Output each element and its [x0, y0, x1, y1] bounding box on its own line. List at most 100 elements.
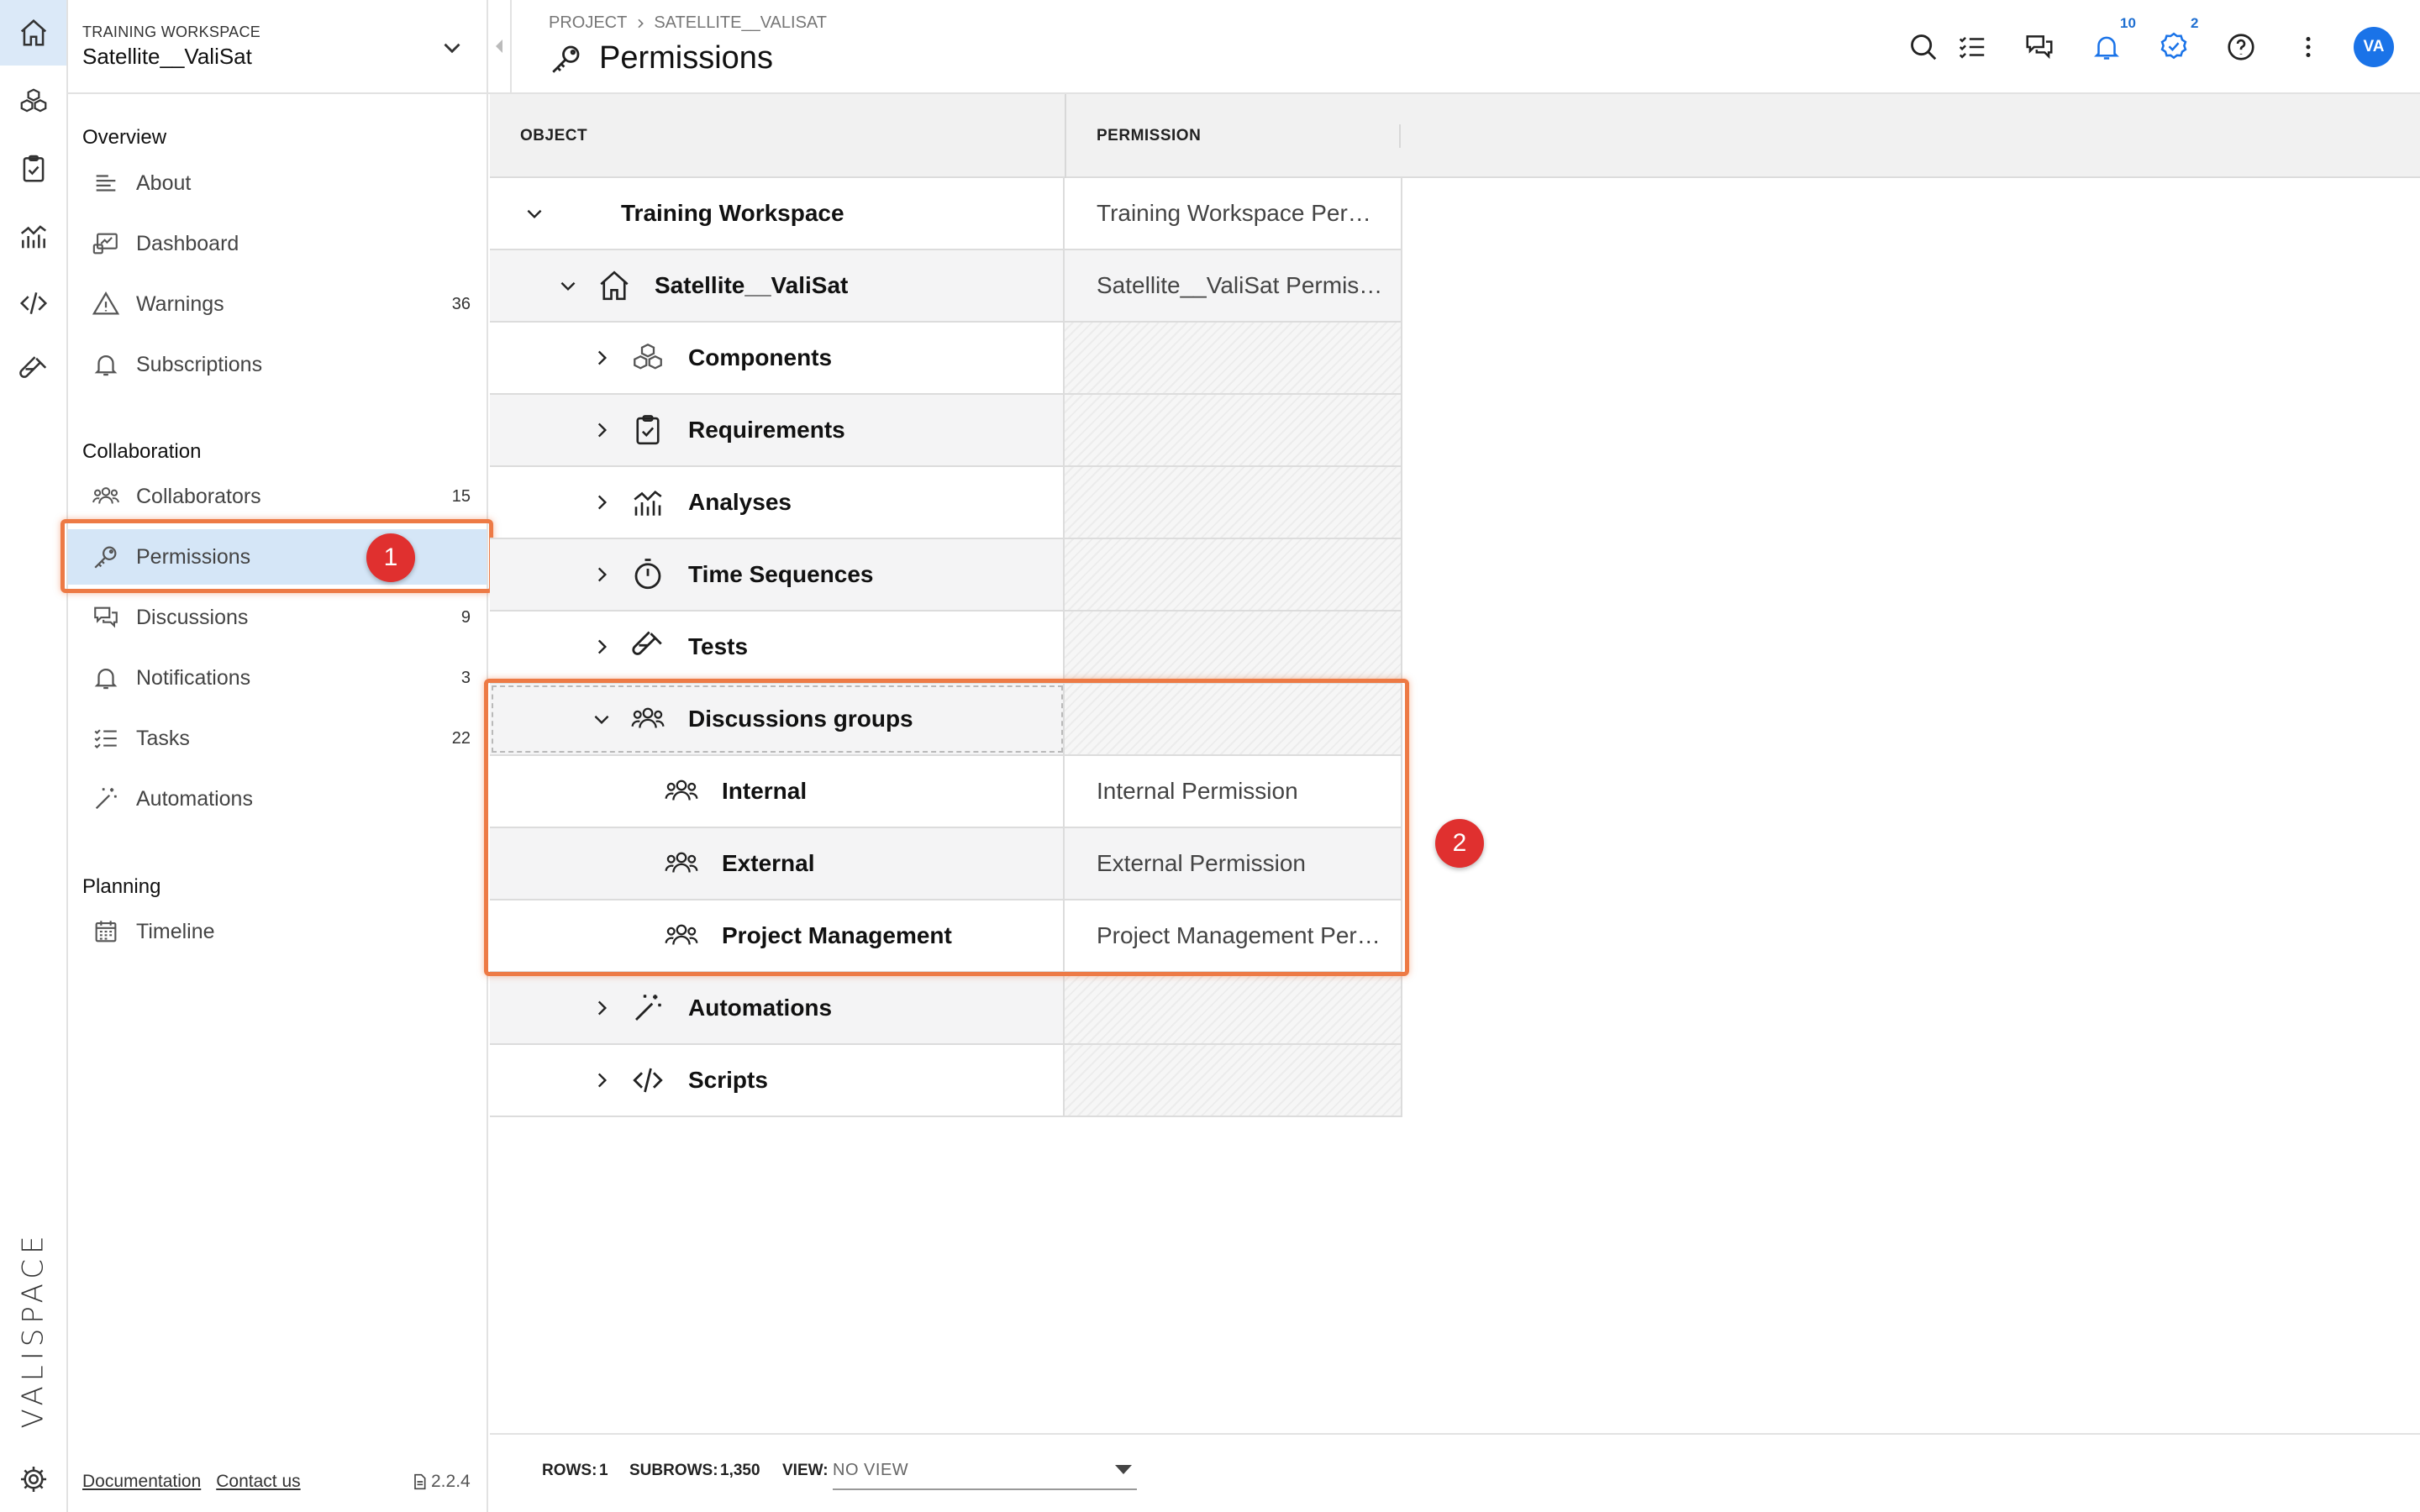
object-label: Automations: [688, 995, 833, 1021]
sidebar-item-notifications[interactable]: Notifications 3: [82, 650, 486, 706]
view-label: VIEW:: [782, 1462, 829, 1479]
documentation-link[interactable]: Documentation: [82, 1472, 201, 1492]
help-icon[interactable]: [2224, 30, 2258, 64]
sidebar-item-automations[interactable]: Automations: [82, 771, 486, 827]
permission-cell[interactable]: Satellite__ValiSat Permis…: [1065, 250, 1402, 321]
permission-cell[interactable]: [1065, 539, 1402, 610]
page-title: Permissions: [549, 40, 773, 76]
workspace-selector[interactable]: TRAINING WORKSPACE Satellite__ValiSat: [68, 0, 487, 94]
table-row[interactable]: Time Sequences: [490, 539, 1402, 612]
column-divider[interactable]: [1399, 124, 1401, 148]
chevron-right-icon[interactable]: [589, 562, 614, 587]
chevron-right-icon[interactable]: [589, 995, 614, 1021]
rows-value: 1: [599, 1462, 608, 1479]
chevron-right-icon[interactable]: [589, 634, 614, 659]
object-cell[interactable]: Analyses: [490, 467, 1065, 538]
chevron-right-icon[interactable]: [589, 417, 614, 443]
search-icon[interactable]: [1907, 30, 1940, 64]
analyses-icon[interactable]: [0, 203, 66, 269]
column-header-object[interactable]: OBJECT: [520, 94, 587, 178]
analytics-icon: [629, 484, 666, 521]
sidebar-item-about[interactable]: About: [82, 155, 486, 211]
table-row[interactable]: Training Workspace Training Workspace Pe…: [490, 178, 1402, 250]
column-header-permission[interactable]: PERMISSION: [1097, 94, 1201, 178]
workspace-label: TRAINING WORKSPACE: [82, 24, 261, 40]
sidebar-item-dashboard[interactable]: Dashboard: [82, 216, 486, 271]
permission-cell[interactable]: [1065, 323, 1402, 393]
sidebar-item-warnings[interactable]: Warnings 36: [82, 276, 486, 332]
sidebar-item-subscriptions[interactable]: Subscriptions: [82, 337, 486, 392]
object-cell[interactable]: Tests: [490, 612, 1065, 682]
chat-icon[interactable]: [2023, 30, 2056, 64]
column-divider[interactable]: [1065, 94, 1066, 178]
warning-icon: [91, 289, 121, 319]
chevron-right-icon[interactable]: [589, 1068, 614, 1093]
sidebar-item-collaborators[interactable]: Collaborators 15: [82, 469, 486, 524]
components-icon[interactable]: [0, 69, 66, 134]
view-select[interactable]: NO VIEW: [833, 1452, 1137, 1490]
object-cell[interactable]: Requirements: [490, 395, 1065, 465]
more-vertical-icon[interactable]: [2291, 30, 2325, 64]
table-row[interactable]: Automations: [490, 973, 1402, 1045]
key-icon: [552, 45, 580, 73]
notifications-bell-icon[interactable]: [2090, 30, 2123, 64]
table-row[interactable]: Scripts: [490, 1045, 1402, 1117]
left-rail: VALISPACE: [0, 0, 68, 1512]
breadcrumb-project[interactable]: PROJECT: [549, 13, 627, 33]
chevron-down-icon[interactable]: [438, 34, 466, 62]
task-check-icon[interactable]: [2157, 30, 2191, 64]
object-cell[interactable]: Satellite__ValiSat: [490, 250, 1065, 321]
avatar[interactable]: VA: [2354, 27, 2394, 67]
permission-cell[interactable]: Training Workspace Per…: [1065, 178, 1402, 249]
warnings-count: 36: [451, 294, 471, 313]
permission-cell[interactable]: [1065, 467, 1402, 538]
permission-cell[interactable]: [1065, 973, 1402, 1043]
breadcrumb-satellite[interactable]: SATELLITE__VALISAT: [654, 13, 827, 33]
sidebar-item-tasks[interactable]: Tasks 22: [82, 711, 486, 766]
home-icon: [596, 267, 633, 304]
object-cell[interactable]: Training Workspace: [490, 178, 1065, 249]
table-row[interactable]: Tests: [490, 612, 1402, 684]
code-icon[interactable]: [0, 270, 66, 336]
requirements-icon[interactable]: [0, 136, 66, 202]
sidebar-item-label: Dashboard: [136, 231, 239, 255]
test-tube-icon[interactable]: [0, 338, 66, 403]
sidebar-item-label: Tasks: [136, 726, 190, 750]
chevron-down-icon[interactable]: [522, 201, 547, 226]
object-cell[interactable]: Components: [490, 323, 1065, 393]
sidebar-item-discussions[interactable]: Discussions 9: [82, 590, 486, 645]
checklist-icon[interactable]: [1955, 30, 1989, 64]
sidebar-item-label: Timeline: [136, 919, 215, 943]
sidebar-item-label: Automations: [136, 786, 253, 811]
table-row[interactable]: Analyses: [490, 467, 1402, 539]
table-footer: ROWS: 1 SUBROWS: 1,350 VIEW: NO VIEW: [490, 1433, 2420, 1512]
object-cell[interactable]: Automations: [490, 973, 1065, 1043]
permission-cell[interactable]: [1065, 612, 1402, 682]
sidebar-item-label: Warnings: [136, 291, 224, 316]
document-icon: [414, 1473, 426, 1490]
object-label: Components: [688, 344, 833, 370]
table-row[interactable]: Requirements: [490, 395, 1402, 467]
object-cell[interactable]: Time Sequences: [490, 539, 1065, 610]
view-select-value: NO VIEW: [833, 1460, 909, 1479]
table-row[interactable]: Satellite__ValiSat Satellite__ValiSat Pe…: [490, 250, 1402, 323]
chevron-down-icon[interactable]: [555, 273, 581, 298]
table-row[interactable]: Components: [490, 323, 1402, 395]
notifications-count: 3: [460, 668, 471, 687]
chevron-right-icon[interactable]: [589, 490, 614, 515]
permission-cell[interactable]: [1065, 1045, 1402, 1116]
object-cell[interactable]: Scripts: [490, 1045, 1065, 1116]
permission-cell[interactable]: [1065, 395, 1402, 465]
section-collaboration: Collaboration: [82, 440, 202, 463]
gear-icon[interactable]: [0, 1446, 66, 1512]
contact-us-link[interactable]: Contact us: [216, 1472, 300, 1492]
sidebar-item-label: Subscriptions: [136, 352, 263, 376]
chevron-right-icon[interactable]: [589, 345, 614, 370]
breadcrumb: PROJECT SATELLITE__VALISAT: [549, 13, 827, 33]
home-icon[interactable]: [0, 0, 66, 66]
annotation-highlight-2: [484, 679, 1409, 976]
sidebar-item-timeline[interactable]: Timeline: [82, 904, 486, 959]
code-icon: [629, 1062, 666, 1099]
users-icon: [91, 481, 121, 512]
collapse-sidebar-button[interactable]: [488, 0, 512, 92]
